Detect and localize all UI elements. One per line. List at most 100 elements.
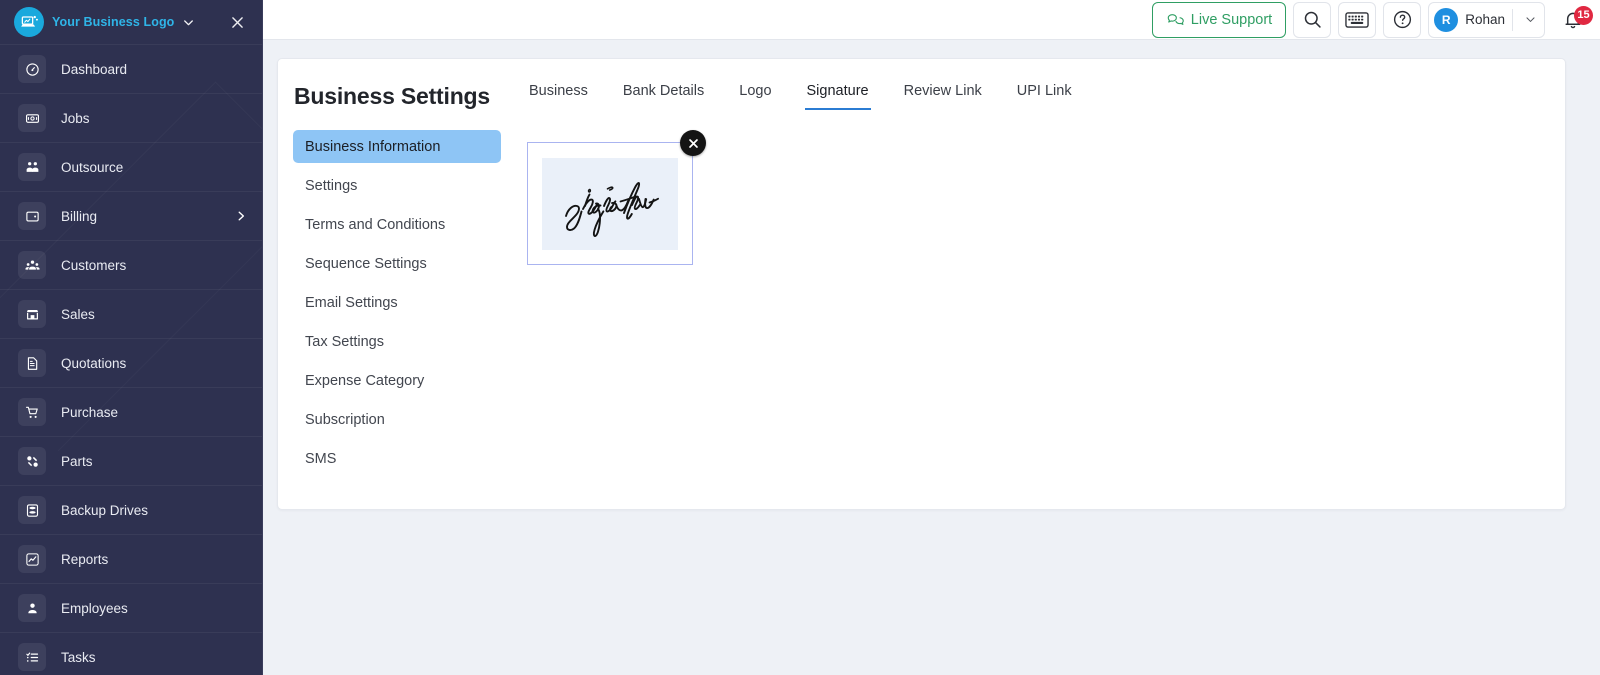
sidebar-item-quotations[interactable]: Quotations: [0, 338, 262, 387]
sidebar-item-label: Reports: [61, 551, 109, 567]
sidebar-item-label: Customers: [61, 257, 127, 273]
sidebar-item-tasks[interactable]: Tasks: [0, 632, 262, 675]
people-pair-icon: [18, 153, 46, 181]
sidebar-item-backup-drives[interactable]: Backup Drives: [0, 485, 262, 534]
notification-badge: 15: [1574, 5, 1593, 25]
sidebar-item-label: Parts: [61, 453, 93, 469]
settings-menu-label: Tax Settings: [305, 333, 384, 350]
sidebar-item-parts[interactable]: Parts: [0, 436, 262, 485]
sidebar-item-label: Jobs: [61, 110, 90, 126]
gears-icon: [18, 447, 46, 475]
tab-bank-details[interactable]: Bank Details: [621, 83, 706, 110]
settings-menu-item-email-settings[interactable]: Email Settings: [293, 286, 501, 319]
settings-menu-label: Terms and Conditions: [305, 216, 446, 233]
live-support-label: Live Support: [1190, 11, 1273, 28]
tab-signature[interactable]: Signature: [804, 83, 871, 110]
sidebar-item-jobs[interactable]: Jobs: [0, 93, 262, 142]
settings-menu-label: Settings: [305, 177, 358, 194]
settings-menu-label: Subscription: [305, 411, 385, 428]
sidebar-item-label: Purchase: [61, 404, 119, 420]
panel-left-column: Business Settings Business Information S…: [293, 83, 501, 489]
settings-menu-item-sequence-settings[interactable]: Sequence Settings: [293, 247, 501, 280]
tab-review-link[interactable]: Review Link: [902, 83, 984, 110]
main-area: Live Support R Rohan 15 Business Setting…: [263, 0, 1600, 675]
signature-area: [523, 117, 1539, 265]
ticket-icon: [18, 104, 46, 132]
checklist-icon: [18, 643, 46, 671]
search-icon[interactable]: [1293, 1, 1332, 38]
settings-menu-item-expense-category[interactable]: Expense Category: [293, 364, 501, 397]
sidebar-item-dashboard[interactable]: Dashboard: [0, 44, 262, 93]
content-area: Business Settings Business Information S…: [263, 40, 1600, 675]
sidebar-item-customers[interactable]: Customers: [0, 240, 262, 289]
avatar: R: [1434, 7, 1459, 32]
sidebar-item-label: Quotations: [61, 355, 127, 371]
sidebar-item-sales[interactable]: Sales: [0, 289, 262, 338]
business-settings-panel: Business Settings Business Information S…: [277, 58, 1566, 510]
close-circle-icon: [687, 137, 700, 150]
tab-business[interactable]: Business: [527, 83, 590, 110]
tab-logo[interactable]: Logo: [737, 83, 773, 110]
users-group-icon: [18, 251, 46, 279]
chevron-down-icon[interactable]: [1520, 13, 1540, 26]
notifications-button[interactable]: 15: [1552, 0, 1594, 40]
settings-menu-label: SMS: [305, 450, 337, 467]
settings-menu-item-sms[interactable]: SMS: [293, 442, 501, 475]
wallet-icon: [18, 202, 46, 230]
chat-bubbles-icon: [1166, 11, 1184, 29]
app-root: Your Business Logo Dashboard Jobs Outsou…: [0, 0, 1600, 675]
brand-logo-icon: [14, 7, 44, 37]
sidebar-item-label: Outsource: [61, 159, 124, 175]
help-circle-icon[interactable]: [1383, 1, 1422, 38]
sidebar-item-label: Employees: [61, 600, 128, 616]
settings-menu-item-business-information[interactable]: Business Information: [293, 130, 501, 163]
brand-name: Your Business Logo: [52, 15, 175, 29]
divider: [1512, 8, 1513, 31]
document-lines-icon: [18, 349, 46, 377]
header-actions: Live Support R Rohan 15: [1151, 0, 1600, 40]
settings-menu-item-tax-settings[interactable]: Tax Settings: [293, 325, 501, 358]
store-icon: [18, 300, 46, 328]
settings-menu-item-settings[interactable]: Settings: [293, 169, 501, 202]
sidebar-item-outsource[interactable]: Outsource: [0, 142, 262, 191]
sidebar-item-label: Billing: [61, 208, 98, 224]
settings-menu-item-subscription[interactable]: Subscription: [293, 403, 501, 436]
sidebar-item-label: Sales: [61, 306, 95, 322]
settings-menu: Business Information Settings Terms and …: [293, 130, 501, 481]
panel-right-column: Business Bank Details Logo Signature Rev…: [501, 83, 1539, 489]
signature-image: [542, 157, 678, 250]
sidebar-brand[interactable]: Your Business Logo: [0, 0, 262, 44]
sidebar-item-billing[interactable]: Billing: [0, 191, 262, 240]
sidebar-item-employees[interactable]: Employees: [0, 583, 262, 632]
line-chart-icon: [18, 545, 46, 573]
shopping-cart-icon: [18, 398, 46, 426]
sidebar-nav: Dashboard Jobs Outsource Billing Custome…: [0, 44, 262, 675]
keyboard-icon[interactable]: [1338, 1, 1377, 38]
gauge-icon: [18, 55, 46, 83]
sidebar-item-label: Dashboard: [61, 61, 128, 77]
sidebar: Your Business Logo Dashboard Jobs Outsou…: [0, 0, 263, 675]
user-menu[interactable]: R Rohan: [1428, 1, 1545, 38]
sidebar-item-label: Backup Drives: [61, 502, 149, 518]
user-badge-icon: [18, 594, 46, 622]
chevron-down-icon[interactable]: [181, 15, 196, 30]
sidebar-item-reports[interactable]: Reports: [0, 534, 262, 583]
signature-card: [527, 130, 706, 265]
page-title: Business Settings: [294, 83, 490, 109]
settings-menu-label: Business Information: [305, 138, 441, 155]
top-header: Live Support R Rohan 15: [263, 0, 1600, 40]
live-support-button[interactable]: Live Support: [1151, 1, 1287, 38]
sidebar-item-purchase[interactable]: Purchase: [0, 387, 262, 436]
chevron-right-icon[interactable]: [234, 209, 248, 223]
settings-menu-item-terms-and-conditions[interactable]: Terms and Conditions: [293, 208, 501, 241]
close-icon[interactable]: [222, 7, 252, 37]
settings-tabs: Business Bank Details Logo Signature Rev…: [523, 83, 1539, 117]
user-name: Rohan: [1465, 12, 1505, 27]
settings-menu-label: Sequence Settings: [305, 255, 427, 272]
remove-signature-button[interactable]: [680, 130, 706, 156]
settings-menu-label: Email Settings: [305, 294, 398, 311]
settings-menu-label: Expense Category: [305, 372, 425, 389]
sidebar-item-label: Tasks: [61, 649, 96, 665]
tab-upi-link[interactable]: UPI Link: [1015, 83, 1074, 110]
database-icon: [18, 496, 46, 524]
